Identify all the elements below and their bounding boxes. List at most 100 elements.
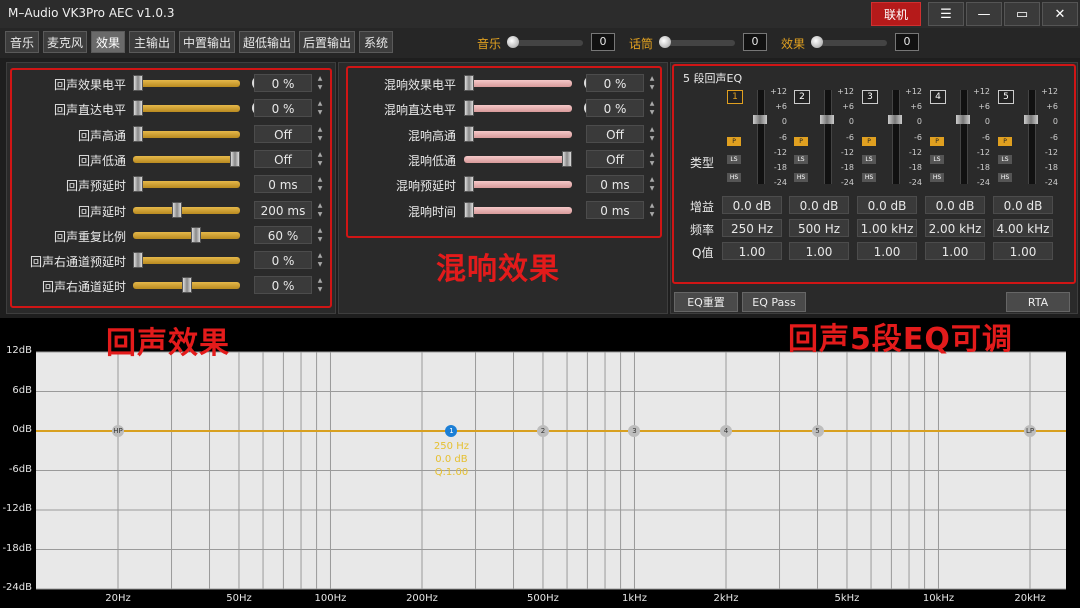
tab-5[interactable]: 中置输出 bbox=[179, 31, 235, 53]
reverb-param-value-4[interactable]: Off bbox=[586, 149, 644, 168]
reverb-param-slider-5[interactable] bbox=[464, 181, 572, 189]
echo-param-slider-1[interactable] bbox=[133, 80, 240, 87]
tab-6[interactable]: 超低输出 bbox=[239, 31, 295, 53]
eq-band-2-type-hs[interactable]: HS bbox=[794, 173, 808, 182]
eq-pass-button[interactable]: EQ Pass bbox=[742, 292, 806, 312]
spin-arrows-icon[interactable]: ▲ ▼ bbox=[316, 175, 324, 193]
echo-param-thumb-4[interactable] bbox=[230, 150, 240, 167]
mix-slider-knob-2[interactable] bbox=[659, 36, 671, 48]
spin-arrows-icon[interactable]: ▲ ▼ bbox=[648, 125, 656, 143]
eq-band-gain-thumb-2[interactable] bbox=[820, 115, 834, 124]
tab-4[interactable]: 主输出 bbox=[129, 31, 175, 53]
eq-band-4-type-p[interactable]: P bbox=[930, 137, 944, 146]
eq-band-gain-slider-3[interactable] bbox=[892, 90, 900, 184]
reverb-param-thumb-2[interactable] bbox=[464, 100, 474, 117]
rta-button[interactable]: RTA bbox=[1006, 292, 1070, 312]
eq-band-gain-thumb-5[interactable] bbox=[1024, 115, 1038, 124]
eq-band-5-type-p[interactable]: P bbox=[998, 137, 1012, 146]
echo-param-slider-2[interactable] bbox=[133, 105, 240, 113]
eq-band-1-type-hs[interactable]: HS bbox=[727, 173, 741, 182]
close-icon[interactable]: ✕ bbox=[1042, 2, 1078, 26]
eq-band-gain-2[interactable]: 0.0 dB bbox=[789, 196, 849, 214]
eq-band-gain-1[interactable]: 0.0 dB bbox=[722, 196, 782, 214]
spin-arrows-icon[interactable]: ▲ ▼ bbox=[316, 251, 324, 269]
eq-band-freq-4[interactable]: 2.00 kHz bbox=[925, 219, 985, 237]
eq-band-gain-slider-4[interactable] bbox=[960, 90, 968, 184]
mix-value-1[interactable]: 0 bbox=[591, 33, 615, 51]
reverb-param-value-5[interactable]: 0 ms bbox=[586, 175, 644, 194]
echo-param-slider-4[interactable] bbox=[133, 155, 240, 163]
eq-band-gain-5[interactable]: 0.0 dB bbox=[993, 196, 1053, 214]
maximize-icon[interactable]: ▭ bbox=[1004, 2, 1040, 26]
eq-band-q-2[interactable]: 1.00 bbox=[789, 242, 849, 260]
eq-band-5-type-ls[interactable]: LS bbox=[998, 155, 1012, 164]
reverb-param-thumb-3[interactable] bbox=[464, 125, 474, 142]
eq-band-4-type-hs[interactable]: HS bbox=[930, 173, 944, 182]
tab-3[interactable]: 效果 bbox=[91, 31, 125, 53]
connect-button[interactable]: 联机 bbox=[871, 2, 921, 26]
mix-slider-knob-1[interactable] bbox=[507, 36, 519, 48]
eq-band-gain-thumb-4[interactable] bbox=[956, 115, 970, 124]
eq-band-gain-3[interactable]: 0.0 dB bbox=[857, 196, 917, 214]
echo-param-slider-3[interactable] bbox=[133, 130, 240, 138]
eq-band-gain-4[interactable]: 0.0 dB bbox=[925, 196, 985, 214]
echo-param-value-8[interactable]: 0 % bbox=[254, 251, 312, 270]
spin-arrows-icon[interactable]: ▲ ▼ bbox=[316, 99, 324, 117]
spin-arrows-icon[interactable]: ▲ ▼ bbox=[316, 125, 324, 143]
eq-band-q-4[interactable]: 1.00 bbox=[925, 242, 985, 260]
eq-band-select-1[interactable]: 1 bbox=[727, 90, 743, 104]
spin-arrows-icon[interactable]: ▲ ▼ bbox=[648, 175, 656, 193]
minimize-icon[interactable]: — bbox=[966, 2, 1002, 26]
echo-param-slider-8[interactable] bbox=[133, 257, 240, 265]
echo-param-value-7[interactable]: 60 % bbox=[254, 225, 312, 244]
echo-param-thumb-1[interactable] bbox=[133, 75, 143, 91]
echo-param-value-6[interactable]: 200 ms bbox=[254, 200, 312, 219]
spin-arrows-icon[interactable]: ▲ ▼ bbox=[316, 276, 324, 294]
eq-band-2-type-p[interactable]: P bbox=[794, 137, 808, 146]
spin-arrows-icon[interactable]: ▲ ▼ bbox=[316, 74, 324, 92]
tab-1[interactable]: 音乐 bbox=[5, 31, 39, 53]
tab-7[interactable]: 后置输出 bbox=[299, 31, 355, 53]
echo-param-thumb-2[interactable] bbox=[133, 100, 143, 117]
eq-band-select-5[interactable]: 5 bbox=[998, 90, 1014, 104]
eq-band-gain-slider-5[interactable] bbox=[1028, 90, 1036, 184]
echo-param-value-9[interactable]: 0 % bbox=[254, 276, 312, 295]
echo-param-slider-6[interactable] bbox=[133, 206, 240, 214]
eq-band-1-type-ls[interactable]: LS bbox=[727, 155, 741, 164]
eq-band-select-2[interactable]: 2 bbox=[794, 90, 810, 104]
eq-node-5[interactable]: 5 bbox=[811, 425, 824, 437]
eq-band-gain-thumb-3[interactable] bbox=[888, 115, 902, 124]
eq-node-hp[interactable]: HP bbox=[112, 425, 124, 437]
echo-param-thumb-9[interactable] bbox=[181, 277, 192, 294]
eq-band-gain-slider-2[interactable] bbox=[824, 90, 832, 184]
spin-arrows-icon[interactable]: ▲ ▼ bbox=[648, 99, 656, 117]
reverb-param-slider-1[interactable] bbox=[464, 80, 572, 87]
reverb-param-thumb-4[interactable] bbox=[562, 150, 572, 167]
eq-band-gain-slider-1[interactable] bbox=[757, 90, 765, 184]
reverb-param-slider-3[interactable] bbox=[464, 130, 572, 138]
echo-param-value-4[interactable]: Off bbox=[254, 149, 312, 168]
spin-arrows-icon[interactable]: ▲ ▼ bbox=[316, 201, 324, 219]
spin-arrows-icon[interactable]: ▲ ▼ bbox=[648, 150, 656, 168]
echo-param-slider-5[interactable] bbox=[133, 181, 240, 189]
echo-param-slider-7[interactable] bbox=[133, 231, 240, 239]
eq-band-freq-5[interactable]: 4.00 kHz bbox=[993, 219, 1053, 237]
eq-reset-button[interactable]: EQ重置 bbox=[674, 292, 738, 312]
eq-band-3-type-p[interactable]: P bbox=[862, 137, 876, 146]
mix-value-2[interactable]: 0 bbox=[743, 33, 767, 51]
echo-param-value-3[interactable]: Off bbox=[254, 124, 312, 143]
reverb-param-value-2[interactable]: 0 % bbox=[586, 99, 644, 118]
eq-band-3-type-ls[interactable]: LS bbox=[862, 155, 876, 164]
eq-band-5-type-hs[interactable]: HS bbox=[998, 173, 1012, 182]
eq-band-q-1[interactable]: 1.00 bbox=[722, 242, 782, 260]
eq-node-4[interactable]: 4 bbox=[720, 425, 732, 437]
echo-param-thumb-3[interactable] bbox=[133, 125, 143, 142]
echo-param-thumb-6[interactable] bbox=[171, 201, 182, 218]
spin-arrows-icon[interactable]: ▲ ▼ bbox=[648, 74, 656, 92]
eq-band-q-3[interactable]: 1.00 bbox=[857, 242, 917, 260]
reverb-param-value-6[interactable]: 0 ms bbox=[586, 200, 644, 219]
eq-band-q-5[interactable]: 1.00 bbox=[993, 242, 1053, 260]
reverb-param-thumb-6[interactable] bbox=[464, 201, 474, 218]
eq-band-freq-3[interactable]: 1.00 kHz bbox=[857, 219, 917, 237]
reverb-param-slider-6[interactable] bbox=[464, 206, 572, 214]
